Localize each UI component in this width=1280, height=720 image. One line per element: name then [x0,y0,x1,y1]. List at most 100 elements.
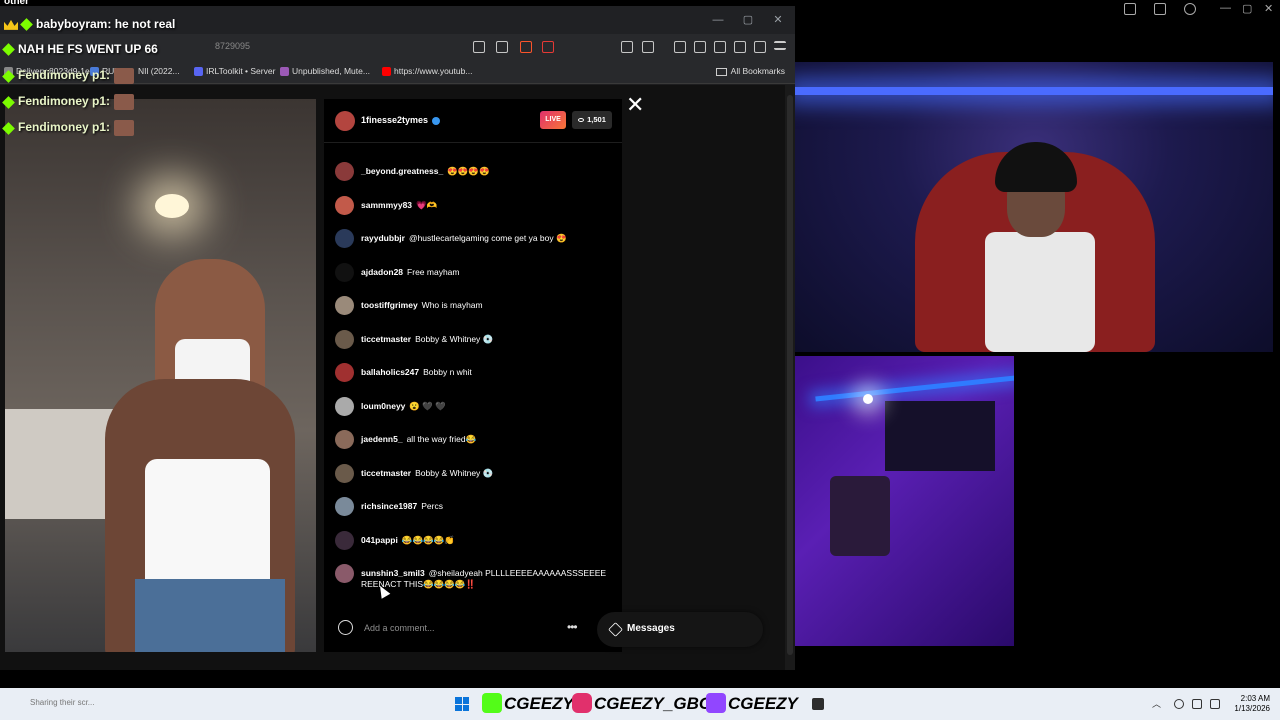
messages-button[interactable]: Messages [597,612,763,647]
overlay-avatar [114,120,135,136]
taskbar: Sharing their scr... CGEEZY CGEEZY_GBC C… [0,688,1280,720]
minimize-icon[interactable]: — [1220,2,1231,14]
commenter-avatar[interactable] [335,195,354,215]
browser-maximize-icon[interactable]: ▢ [742,14,754,26]
share-icon[interactable] [496,41,508,53]
commenter-avatar[interactable] [335,329,354,349]
commenter-avatar[interactable] [335,463,354,483]
comment-username[interactable]: loum0neyy [361,401,405,411]
comment-username[interactable]: sammmyy83 [361,200,412,210]
overlay-avatar [114,94,135,110]
comment-username[interactable]: jaedenn5_ [361,434,403,444]
mic-icon[interactable] [1174,699,1184,709]
chevron-up-icon[interactable]: ︿ [1152,697,1162,709]
commenter-avatar[interactable] [335,530,354,550]
all-bookmarks[interactable]: All Bookmarks [715,66,785,76]
eye-icon [578,118,585,123]
extension-icon[interactable] [621,41,633,53]
terminal-icon[interactable] [812,698,824,710]
room-light [863,394,873,404]
commenter-avatar[interactable] [335,396,354,416]
commenter-avatar[interactable] [335,564,354,583]
more-options-icon[interactable]: ••• [567,620,578,634]
comment-username[interactable]: 041pappi [361,535,398,545]
windows-start-icon[interactable] [455,697,469,711]
room-tv [885,401,995,471]
brave-shield-icon[interactable] [520,41,532,53]
comment-username[interactable]: ajdadon28 [361,267,403,277]
close-icon[interactable]: ✕ [1264,2,1273,15]
wallet2-icon[interactable] [714,41,726,53]
bookmark-unpublished[interactable]: Unpublished, Mute... [280,66,370,77]
man-jeans [135,579,285,652]
page-scrollbar[interactable] [785,85,795,670]
clock[interactable]: 2:03 AM 1/13/2026 [1234,694,1270,714]
comment-username[interactable]: _beyond.greatness_ [361,166,443,176]
comment-text: loum0neyy 😮 🖤 🖤 [361,401,611,412]
taskbar-preview[interactable]: Sharing their scr... [0,688,230,720]
comment-username[interactable]: ticcetmaster [361,334,411,344]
live-video[interactable] [5,99,316,652]
comment-username[interactable]: ballaholics247 [361,367,419,377]
commenter-avatar[interactable] [335,162,354,181]
help-icon[interactable] [1184,3,1196,15]
comment-username[interactable]: ticcetmaster [361,468,411,478]
host-name[interactable]: 1finesse2tymes [361,115,441,125]
overlay-line-2: NAH HE FS WENT UP 66 [2,42,158,57]
comment-username[interactable]: toostiffgrimey [361,300,418,310]
gem-icon [2,43,15,57]
gem-icon [2,69,15,83]
comment-message: Who is mayham [421,300,483,310]
sidebar-icon[interactable] [694,41,706,53]
host-avatar[interactable] [335,111,355,131]
flag-icon[interactable] [1124,3,1136,15]
speaker-icon[interactable] [1210,699,1220,709]
maximize-icon[interactable]: ▢ [1242,2,1252,15]
commenter-avatar[interactable] [335,363,354,382]
comment-input[interactable] [364,620,554,636]
comment-username[interactable]: sunshin3_smil3 [361,568,425,578]
commenter-avatar[interactable] [335,262,354,282]
comment-message: Percs [421,501,443,511]
wallet-icon[interactable] [642,41,654,53]
overlay-top-label: other [4,0,29,7]
vpn-icon[interactable] [754,41,766,53]
bookmark-youtube[interactable]: https://www.youtub... [382,66,472,77]
comment-text: toostiffgrimey Who is mayham [361,300,611,311]
webcam-streamer [795,62,1273,352]
menu-icon[interactable] [774,41,786,50]
bookmark-irltoolkit[interactable]: IRLToolkit • Server [194,66,275,77]
bookmark-nil[interactable]: NIl (2022... [138,66,180,76]
comment-message: 😮 🖤 🖤 [409,400,446,411]
commenter-avatar[interactable] [335,430,354,449]
gem-icon [20,18,33,32]
comment-text: rayydubbjr @hustlecartelgaming come get y… [361,233,611,244]
monitor-icon[interactable] [1154,3,1166,15]
room-led-strip [815,375,1014,402]
comment-text: jaedenn5_ all the way fried😂 [361,434,611,445]
commenter-avatar[interactable] [335,229,354,248]
folder-icon [715,67,727,76]
man-tank-top [145,459,270,599]
emoji-icon[interactable] [338,620,353,635]
display-icon[interactable] [1192,699,1202,709]
comment-text: sunshin3_smil3 @sheiladyeah PLLLLEEEEAAAA… [361,568,611,590]
close-live-icon[interactable]: ✕ [626,94,644,116]
comment-message: Bobby n whit [423,367,472,377]
browser-minimize-icon[interactable]: — [712,14,724,26]
scroll-thumb[interactable] [787,95,793,655]
brave-rewards-icon[interactable] [542,41,554,53]
commenter-avatar[interactable] [335,497,354,516]
leo-icon[interactable] [734,41,746,53]
comment-username[interactable]: richsince1987 [361,501,417,511]
commenter-avatar[interactable] [335,296,354,315]
screen-cast-icon[interactable] [473,41,485,53]
social-kick: CGEEZY [482,692,574,716]
comment-username[interactable]: rayydubbjr [361,233,405,243]
music-icon[interactable] [674,41,686,53]
gem-icon [2,121,15,135]
address-text[interactable]: 8729095 [215,41,250,51]
comment-text: richsince1987 Percs [361,501,611,512]
comment-text: ticcetmaster Bobby & Whitney 💿 [361,468,611,479]
browser-close-icon[interactable]: ✕ [772,14,784,26]
